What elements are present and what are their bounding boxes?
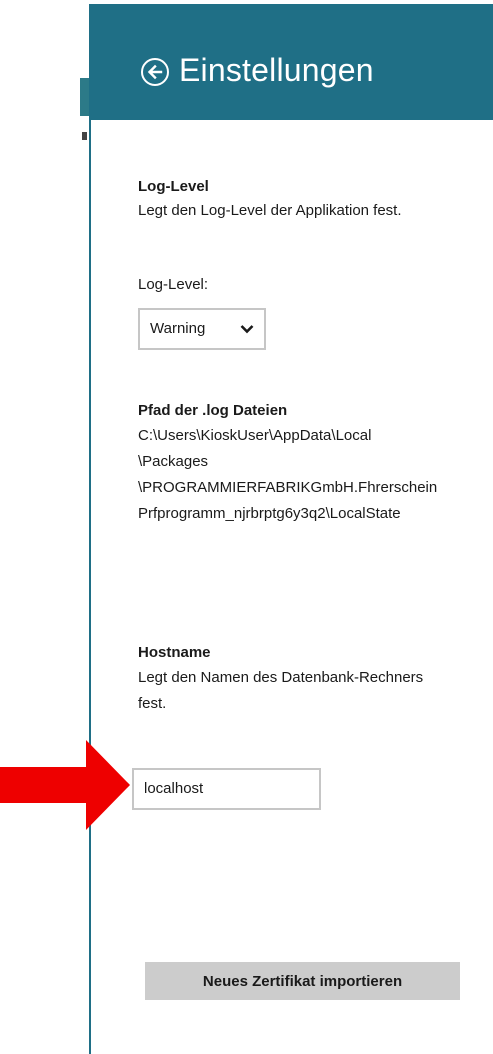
hostname-title: Hostname <box>138 644 211 661</box>
background-app-edge <box>0 0 90 1054</box>
log-path-line: \Packages <box>138 453 209 470</box>
red-arrow-annotation-icon <box>0 740 130 830</box>
log-level-select[interactable]: Warning <box>138 308 266 350</box>
back-button[interactable] <box>141 58 169 86</box>
log-level-title: Log-Level <box>138 178 209 195</box>
flyout-header: Einstellungen <box>91 4 493 120</box>
background-app-mark <box>82 132 87 140</box>
import-certificate-button[interactable]: Neues Zertifikat importieren <box>145 962 460 1000</box>
log-level-description: Legt den Log-Level der Applikation fest. <box>138 202 402 219</box>
log-path-title: Pfad der .log Dateien <box>138 402 288 419</box>
log-level-select-value: Warning <box>150 320 206 337</box>
hostname-description-line: fest. <box>138 695 167 712</box>
hostname-input[interactable]: localhost <box>132 768 321 810</box>
chevron-down-icon <box>240 325 254 334</box>
log-level-select-label: Log-Level: <box>138 276 209 293</box>
hostname-input-value: localhost <box>144 780 204 797</box>
settings-flyout: Einstellungen Log-Level Legt den Log-Lev… <box>89 4 493 1054</box>
screen: Einstellungen Log-Level Legt den Log-Lev… <box>0 0 493 1054</box>
page-title: Einstellungen <box>179 52 374 88</box>
back-arrow-circle-icon <box>147 64 163 80</box>
hostname-description-line: Legt den Namen des Datenbank-Rechners <box>138 669 424 686</box>
log-path-line: C:\Users\KioskUser\AppData\Local <box>138 427 372 444</box>
log-path-line: \PROGRAMMIERFABRIKGmbH.Fhrerschein <box>138 479 438 496</box>
log-path-line: Prfprogramm_njrbrptg6y3q2\LocalState <box>138 505 401 522</box>
